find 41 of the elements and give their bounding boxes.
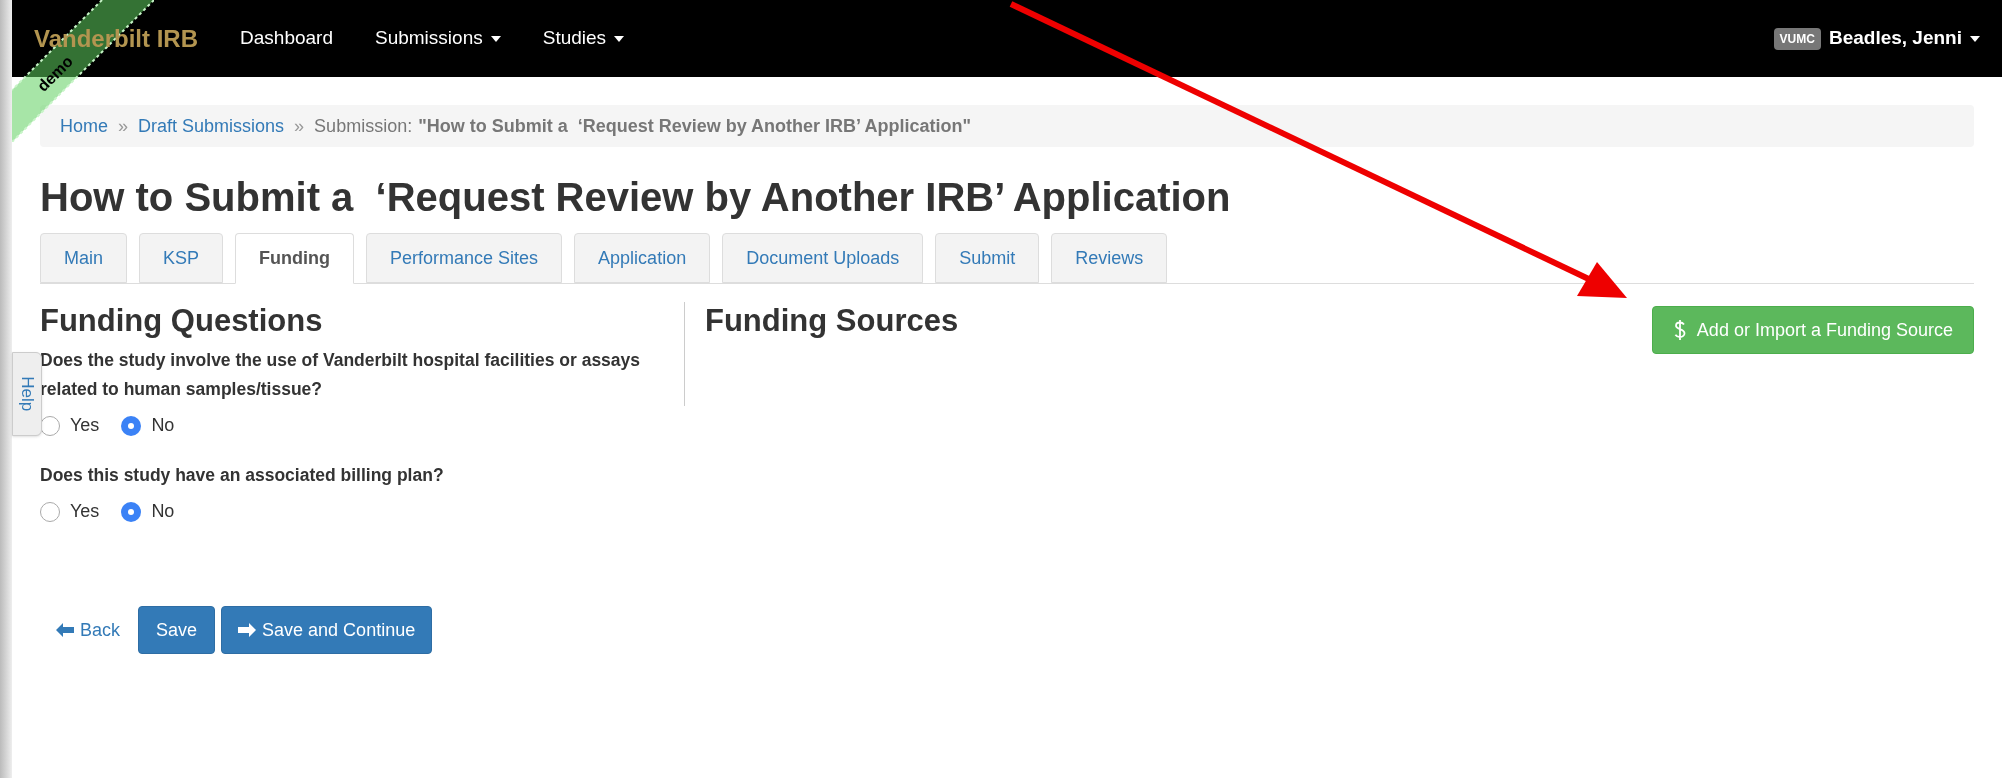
arrow-left-icon: [56, 623, 74, 637]
tab[interactable]: Performance Sites: [366, 233, 563, 283]
save-button[interactable]: Save: [138, 606, 216, 654]
user-menu[interactable]: Beadles, Jenni: [1828, 24, 1980, 53]
tab[interactable]: Main: [40, 233, 127, 283]
radio-label: No: [151, 500, 175, 523]
caret-icon: [1970, 35, 1980, 42]
radio-label: Yes: [70, 414, 100, 437]
tab[interactable]: Reviews: [1051, 233, 1168, 283]
radio-button[interactable]: [40, 415, 60, 436]
arrow-right-icon: [238, 623, 257, 637]
org-badge: VUMC: [1773, 27, 1821, 50]
tab[interactable]: KSP: [139, 233, 224, 283]
breadcrumb-current-title: "How to Submit a ‘Request Review by Another IRB’ Application": [418, 114, 971, 138]
question-text: Does this study have an associated billing plan?: [40, 464, 445, 487]
section-heading: Funding Questions: [40, 302, 324, 340]
radio-button[interactable]: [121, 501, 142, 522]
question-text: Does the study involve the use of Vanderbilt hospital facilities or assays related to human samples/tissue?: [40, 349, 642, 401]
tab[interactable]: Submit: [935, 233, 1040, 283]
breadcrumb-separator: »: [294, 114, 305, 138]
tab[interactable]: Application: [574, 233, 711, 283]
breadcrumb-link[interactable]: Home: [60, 112, 108, 140]
breadcrumb-current-label: Submission:: [314, 114, 413, 138]
section-heading: Funding Sources: [705, 302, 959, 340]
radio-label: Yes: [70, 500, 100, 523]
nav-link[interactable]: Submissions: [375, 24, 501, 53]
save-and-continue-button[interactable]: Save and Continue: [221, 606, 433, 654]
add-funding-source-button[interactable]: Add or Import a Funding Source: [1651, 306, 1974, 354]
nav-link[interactable]: Studies: [542, 24, 625, 53]
breadcrumb-separator: »: [118, 114, 129, 138]
tab[interactable]: Funding: [235, 233, 355, 284]
tab[interactable]: Document Uploads: [722, 233, 924, 283]
radio-label: No: [151, 414, 175, 437]
page-title: How to Submit a ‘Request Review by Another IRB’ Application: [40, 174, 1232, 221]
dollar-icon: [1672, 319, 1687, 341]
nav-link[interactable]: Dashboard: [240, 24, 333, 53]
help-tab[interactable]: Help: [12, 352, 42, 436]
radio-button[interactable]: [121, 415, 142, 436]
radio-button[interactable]: [40, 501, 60, 522]
breadcrumb-link[interactable]: Draft Submissions: [138, 112, 285, 140]
back-link[interactable]: Back: [56, 616, 121, 644]
